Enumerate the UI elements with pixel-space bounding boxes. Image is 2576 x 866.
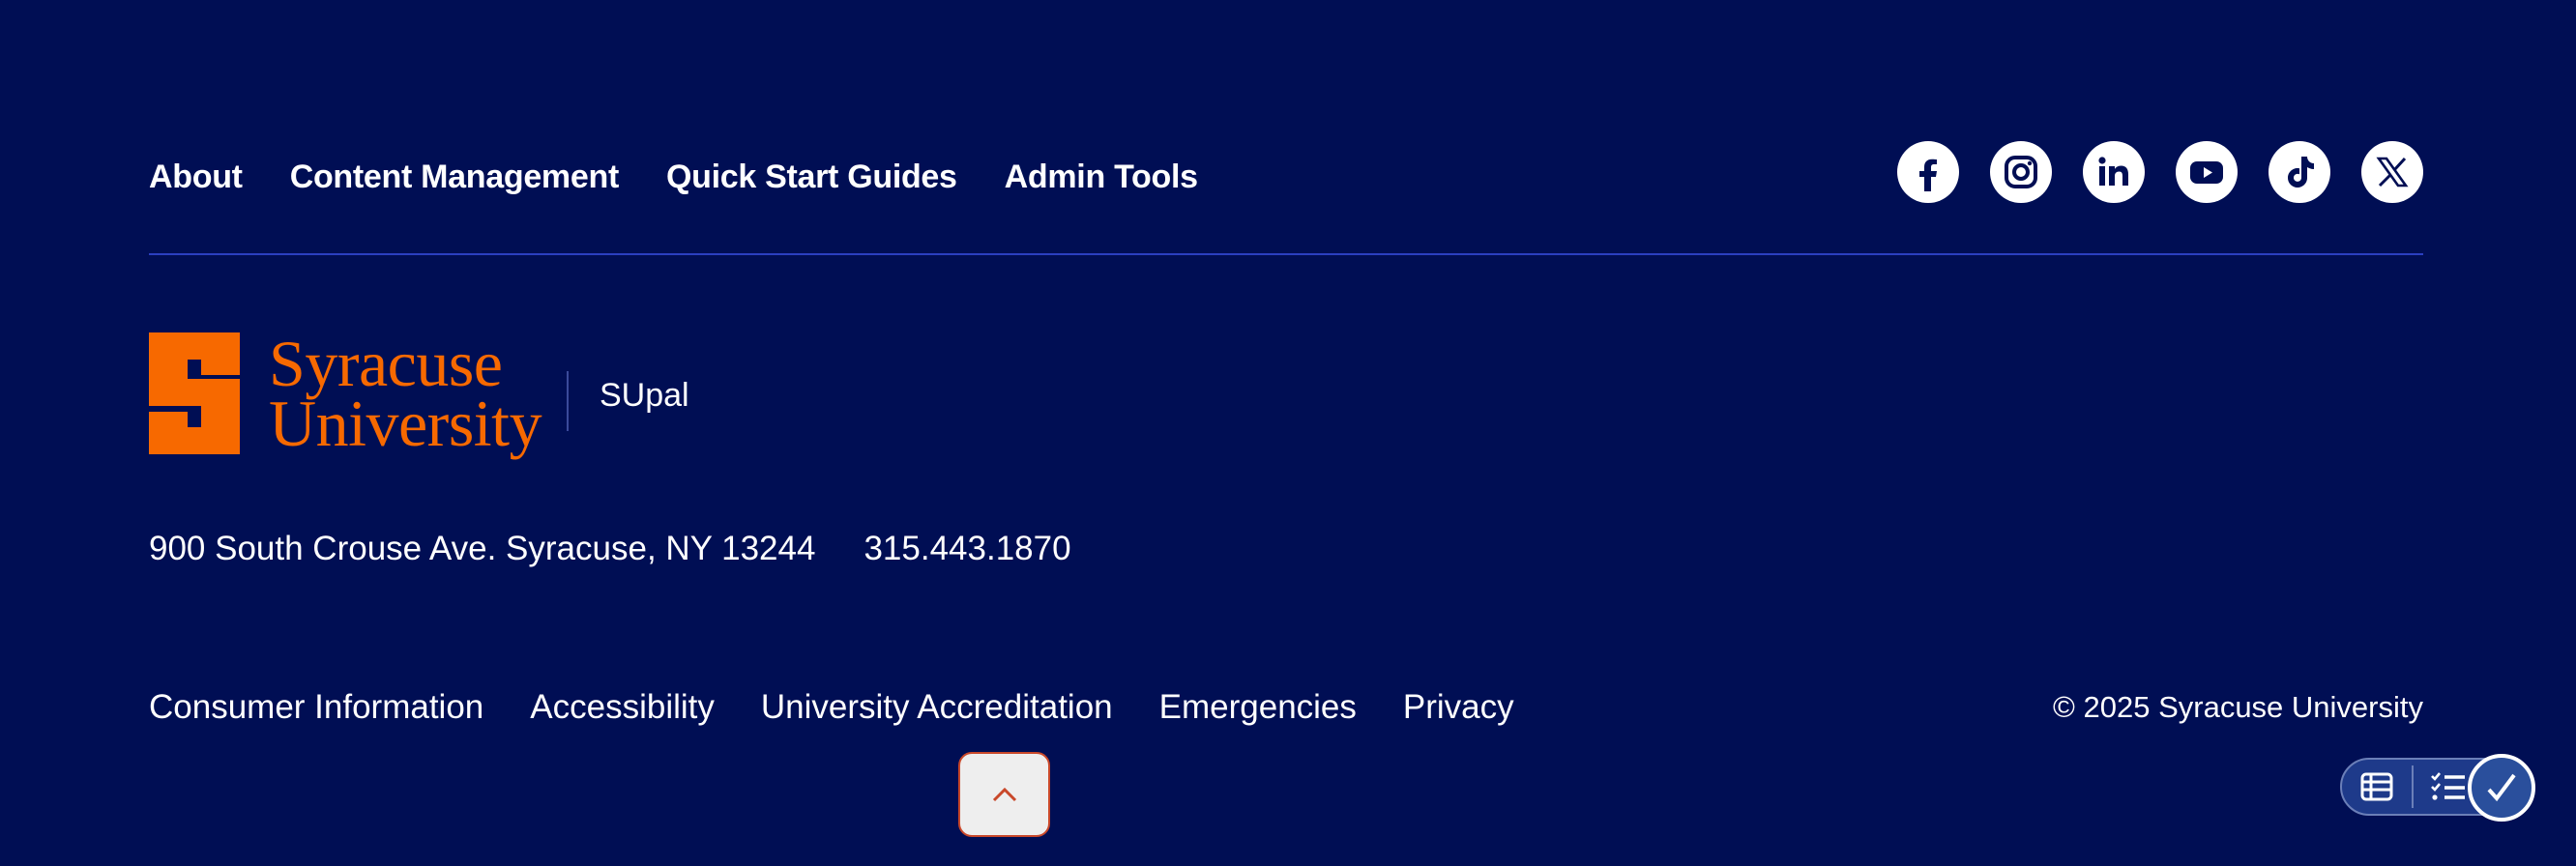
university-logo[interactable]: Syracuse University SUpal	[149, 327, 689, 460]
back-to-top-button[interactable]	[958, 752, 1050, 837]
link-accessibility[interactable]: Accessibility	[530, 688, 715, 727]
accessibility-check-button[interactable]	[2468, 754, 2535, 822]
contact-info: 900 South Crouse Ave. Syracuse, NY 13244…	[149, 530, 1071, 568]
site-footer: About Content Management Quick Start Gui…	[0, 0, 2576, 866]
table-icon	[2360, 772, 2393, 801]
copyright: © 2025 Syracuse University	[2053, 690, 2423, 724]
link-emergencies[interactable]: Emergencies	[1159, 688, 1357, 727]
facebook-icon[interactable]	[1897, 141, 1959, 203]
phone-number[interactable]: 315.443.1870	[864, 530, 1070, 568]
footer-divider	[149, 253, 2423, 255]
site-name[interactable]: SUpal	[600, 377, 689, 415]
tiktok-icon[interactable]	[2269, 141, 2330, 203]
address: 900 South Crouse Ave. Syracuse, NY 13244	[149, 530, 816, 567]
linkedin-icon[interactable]	[2083, 141, 2145, 203]
link-university-accreditation[interactable]: University Accreditation	[761, 688, 1113, 727]
checklist-icon	[2431, 772, 2465, 800]
nav-link-quick-start-guides[interactable]: Quick Start Guides	[666, 159, 957, 196]
nav-link-about[interactable]: About	[149, 159, 243, 196]
logo-separator	[567, 371, 569, 431]
youtube-icon[interactable]	[2176, 141, 2238, 203]
footer-primary-nav: About Content Management Quick Start Gui…	[149, 153, 1198, 201]
accessibility-widget	[2340, 754, 2535, 822]
chevron-up-icon	[992, 787, 1016, 802]
x-icon[interactable]	[2361, 141, 2423, 203]
social-links	[1897, 141, 2423, 203]
wordmark-line-2: University	[269, 387, 542, 460]
instagram-icon[interactable]	[1990, 141, 2052, 203]
link-privacy[interactable]: Privacy	[1403, 688, 1514, 727]
university-wordmark: Syracuse University	[269, 327, 542, 460]
wordmark-line-1: Syracuse	[269, 327, 503, 400]
link-consumer-information[interactable]: Consumer Information	[149, 688, 483, 727]
footer-legal-nav: Consumer Information Accessibility Unive…	[149, 688, 1514, 727]
nav-link-admin-tools[interactable]: Admin Tools	[1005, 159, 1198, 196]
nav-link-content-management[interactable]: Content Management	[290, 159, 620, 196]
checkmark-icon	[2487, 773, 2516, 802]
table-view-button[interactable]	[2342, 760, 2412, 814]
block-s-logo-icon	[149, 332, 240, 454]
